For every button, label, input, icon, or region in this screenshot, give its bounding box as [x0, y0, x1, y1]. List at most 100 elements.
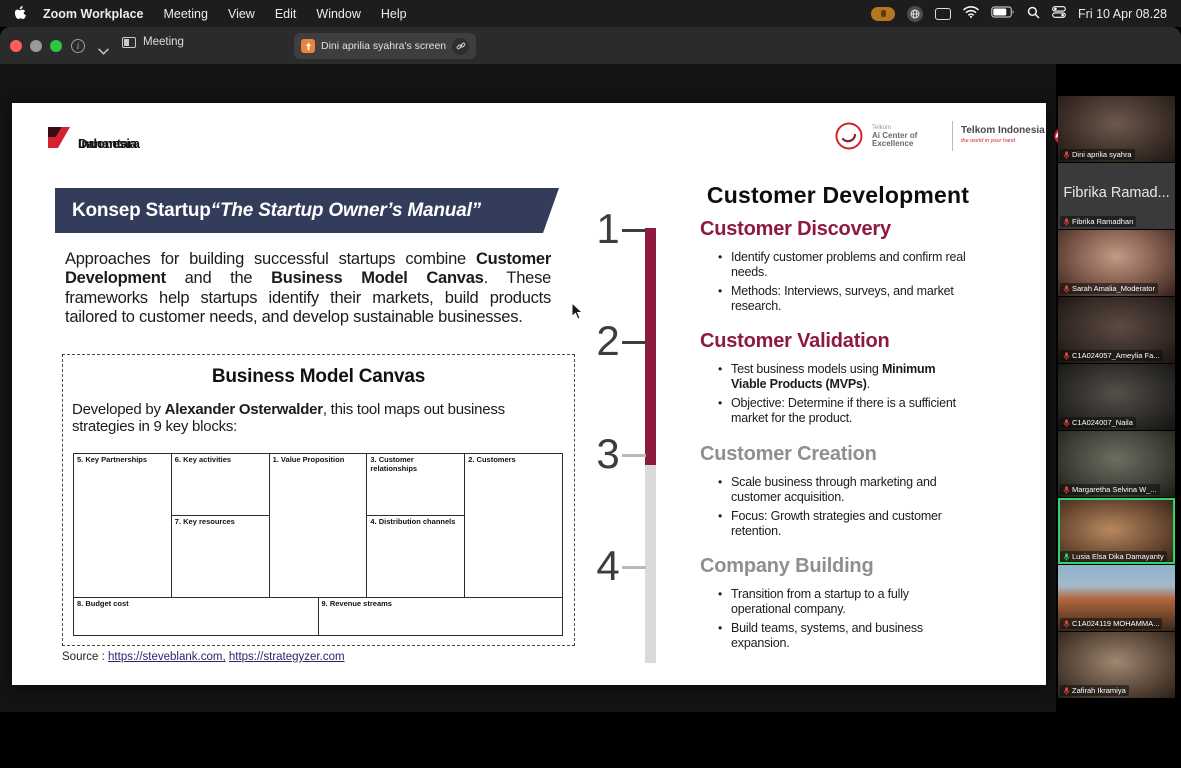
slide-title-prefix: Konsep Startup: [72, 200, 211, 221]
spotlight-search-icon[interactable]: [1027, 6, 1040, 22]
partner-logos: Telkom Ai Center of Excellence Telkom In…: [834, 121, 1073, 151]
participant-name: Fibrika Ramadhan: [1072, 217, 1133, 226]
mic-in-use-indicator[interactable]: [871, 7, 895, 21]
participant-name-label: Dini aprilia syahra: [1060, 149, 1135, 160]
mic-muted-icon: [1063, 419, 1070, 427]
menu-edit[interactable]: Edit: [275, 7, 297, 21]
mic-muted-icon: [1063, 687, 1070, 695]
link-icon[interactable]: [452, 38, 469, 55]
remote-cursor: [571, 302, 584, 325]
screen-share-tab-label: Dini aprilia syahra's screen: [321, 40, 446, 52]
participant-display-name: Fibrika Ramad...: [1058, 185, 1175, 201]
customer-development-title: Customer Development: [702, 182, 974, 209]
bullet-item: Scale business through marketing and cus…: [718, 475, 966, 506]
slide-title-banner: Konsep Startup “The Startup Owner’s Manu…: [55, 188, 559, 233]
participant-name-label: C1A024119 MOHAMMA...: [1060, 618, 1162, 629]
zoom-title-bar: i Meeting Dini aprilia syahra's screen: [0, 27, 1181, 64]
meeting-window-icon: [122, 37, 136, 48]
participant-video-off[interactable]: Fibrika Ramad... Fibrika Ramadhan: [1058, 163, 1175, 229]
telkom-tagline: the world in your hand: [961, 136, 1045, 146]
step-2-tick: [622, 341, 646, 344]
menu-window[interactable]: Window: [316, 7, 360, 21]
menubar-app-name[interactable]: Zoom Workplace: [43, 7, 143, 21]
bullet-item: Methods: Interviews, surveys, and market…: [718, 284, 966, 315]
participant-name-label: Zafirah Ikramiya: [1060, 685, 1129, 696]
cd-step-2: 2 Customer Validation Test business mode…: [590, 320, 1000, 432]
menu-help[interactable]: Help: [381, 7, 407, 21]
bmc-table: 5. Key Partnerships 6. Key activities 7.…: [73, 453, 563, 636]
cd-step-3: 3 Customer Creation Scale business throu…: [590, 433, 1000, 545]
participant-name-label: Margaretha Selvina W_...: [1060, 484, 1160, 495]
control-center-icon[interactable]: [1052, 6, 1066, 21]
bmc-description: Developed by Alexander Osterwalder, this…: [72, 401, 566, 436]
presentation-slide: Danantara Indonesia Telkom Ai Center of …: [12, 103, 1046, 685]
menu-meeting[interactable]: Meeting: [163, 7, 207, 21]
participant-video-active-speaker[interactable]: Lusia Elsa Dika Damayanty: [1058, 498, 1175, 564]
participant-name: C1A024057_Ameylia Fa...: [1072, 351, 1160, 360]
participant-name: C1A024007_Naila: [1072, 418, 1133, 427]
menubar-clock[interactable]: Fri 10 Apr 08.28: [1078, 7, 1167, 21]
meeting-window-label: Meeting: [143, 36, 184, 48]
step-2-bullets: Test business models using Minimum Viabl…: [718, 362, 966, 429]
minimize-button[interactable]: [30, 40, 42, 52]
mic-muted-icon: [1063, 151, 1070, 159]
macos-menu-bar: Zoom Workplace Meeting View Edit Window …: [0, 0, 1181, 27]
intro-paragraph: Approaches for building successful start…: [65, 250, 551, 328]
bmc-cell-key-resources: 7. Key resources: [172, 516, 269, 597]
mic-muted-icon: [1063, 285, 1070, 293]
mic-muted-icon: [1063, 352, 1070, 360]
participant-name: Dini aprilia syahra: [1072, 150, 1132, 159]
meeting-window-control[interactable]: Meeting: [122, 36, 184, 48]
screen-share-tab[interactable]: Dini aprilia syahra's screen: [294, 33, 476, 59]
participant-name-label: Sarah Amalia_Moderator: [1060, 283, 1158, 294]
step-4-bullets: Transition from a startup to a fully ope…: [718, 587, 966, 654]
step-3-number: 3: [590, 433, 626, 475]
step-4-number: 4: [590, 545, 626, 587]
participant-name: Margaretha Selvina W_...: [1072, 485, 1157, 494]
wifi-icon[interactable]: [963, 6, 979, 21]
step-2-number: 2: [590, 320, 626, 362]
bmc-cell-value-proposition: 1. Value Proposition: [270, 454, 367, 597]
info-button[interactable]: i: [71, 39, 85, 53]
bullet-item: Objective: Determine if there is a suffi…: [718, 396, 966, 427]
participant-video[interactable]: Sarah Amalia_Moderator: [1058, 230, 1175, 296]
participant-name: Zafirah Ikramiya: [1072, 686, 1126, 695]
source-label: Source :: [62, 651, 108, 663]
bullet-item: Test business models using Minimum Viabl…: [718, 362, 966, 393]
cd-step-1: 1 Customer Discovery Identify customer p…: [590, 208, 1000, 320]
input-source-icon[interactable]: [907, 6, 923, 22]
chevron-down-icon[interactable]: [98, 42, 109, 60]
bmc-cell-key-activities: 6. Key activities: [172, 454, 269, 516]
mic-muted-icon: [1063, 620, 1070, 628]
business-model-canvas-box: Business Model Canvas Developed by Alexa…: [62, 354, 575, 646]
step-4-title: Company Building: [700, 555, 873, 578]
step-3-bullets: Scale business through marketing and cus…: [718, 475, 966, 542]
menu-view[interactable]: View: [228, 7, 255, 21]
step-1-number: 1: [590, 208, 626, 250]
participant-video[interactable]: Margaretha Selvina W_...: [1058, 431, 1175, 497]
screen-share-icon: [301, 39, 315, 53]
ai-center-logo-icon: [834, 121, 864, 151]
ai-center-label: Ai Center of Excellence: [872, 132, 944, 149]
logo-divider: [952, 121, 953, 151]
step-3-tick: [622, 454, 646, 457]
bmc-cell-customers: 2. Customers: [465, 454, 562, 597]
source-line: Source : https://steveblank.com, https:/…: [62, 651, 345, 663]
participant-video[interactable]: C1A024007_Naila: [1058, 364, 1175, 430]
cd-step-4: 4 Company Building Transition from a sta…: [590, 545, 1000, 657]
step-1-title: Customer Discovery: [700, 218, 891, 241]
participant-video[interactable]: C1A024057_Ameylia Fa...: [1058, 297, 1175, 363]
participant-video[interactable]: C1A024119 MOHAMMA...: [1058, 565, 1175, 631]
bmc-title: Business Model Canvas: [63, 366, 574, 388]
step-1-tick: [622, 229, 646, 232]
participant-video[interactable]: Dini aprilia syahra: [1058, 96, 1175, 162]
apple-menu-icon[interactable]: [14, 6, 27, 21]
participant-video[interactable]: Zafirah Ikramiya: [1058, 632, 1175, 698]
danantara-logo-mark: [46, 125, 72, 150]
display-icon[interactable]: [935, 8, 951, 20]
participant-name-label: Lusia Elsa Dika Damayanty: [1060, 551, 1167, 562]
close-button[interactable]: [10, 40, 22, 52]
battery-icon[interactable]: [991, 6, 1015, 21]
fullscreen-button[interactable]: [50, 40, 62, 52]
slide-title-quoted: “The Startup Owner’s Manual”: [211, 188, 481, 233]
